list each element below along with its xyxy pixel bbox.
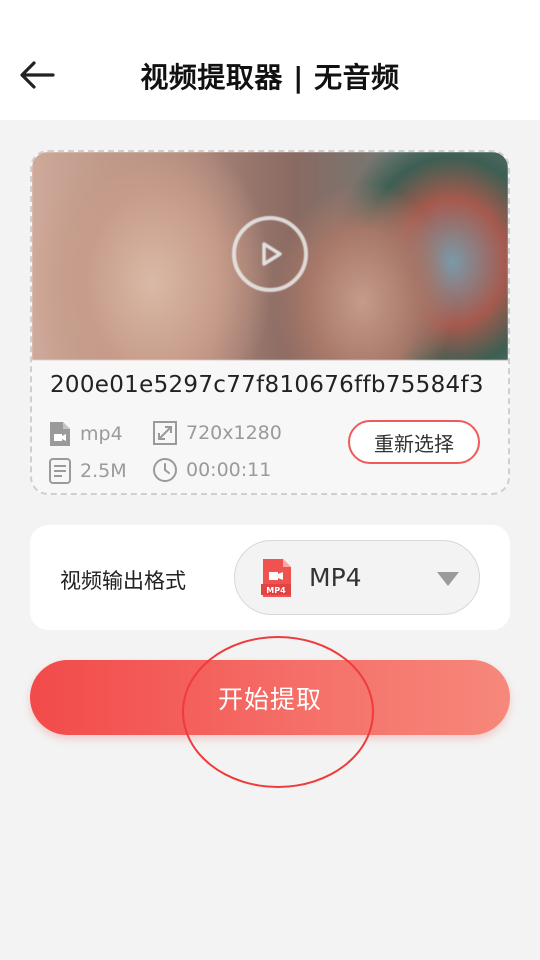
video-info-card: 200e01e5297c77f810676ffb75584f3 mp4 720x… (30, 150, 510, 495)
size-value: 2.5M (80, 460, 127, 482)
expand-icon (153, 421, 177, 445)
format-value: mp4 (80, 423, 123, 445)
duration-meta: 00:00:11 (152, 457, 271, 483)
app-header: 视频提取器 | 无音频 (0, 0, 540, 120)
start-extract-button[interactable]: 开始提取 (30, 660, 510, 735)
chevron-down-icon (437, 572, 459, 586)
resolution-meta: 720x1280 (152, 420, 282, 446)
reselect-button[interactable]: 重新选择 (348, 420, 480, 464)
video-file-icon (50, 422, 70, 446)
mp4-file-icon: MP4 (261, 559, 291, 597)
output-format-label: 视频输出格式 (60, 569, 186, 593)
output-format-card: 视频输出格式 MP4 MP4 (30, 525, 510, 630)
mp4-badge-text: MP4 (266, 586, 286, 595)
clock-icon (153, 458, 177, 482)
selected-format-value: MP4 (309, 563, 362, 592)
output-format-select[interactable]: MP4 MP4 (234, 540, 480, 615)
document-icon (49, 458, 71, 484)
video-thumbnail[interactable] (32, 152, 508, 360)
duration-value: 00:00:11 (186, 459, 272, 481)
play-circle-icon (262, 242, 282, 266)
size-meta: 2.5M (48, 457, 127, 485)
page-title: 视频提取器 | 无音频 (140, 61, 400, 94)
video-file-name: 200e01e5297c77f810676ffb75584f3 (50, 372, 484, 398)
format-meta: mp4 (48, 420, 123, 448)
play-button[interactable] (232, 216, 308, 292)
resolution-value: 720x1280 (186, 422, 282, 444)
